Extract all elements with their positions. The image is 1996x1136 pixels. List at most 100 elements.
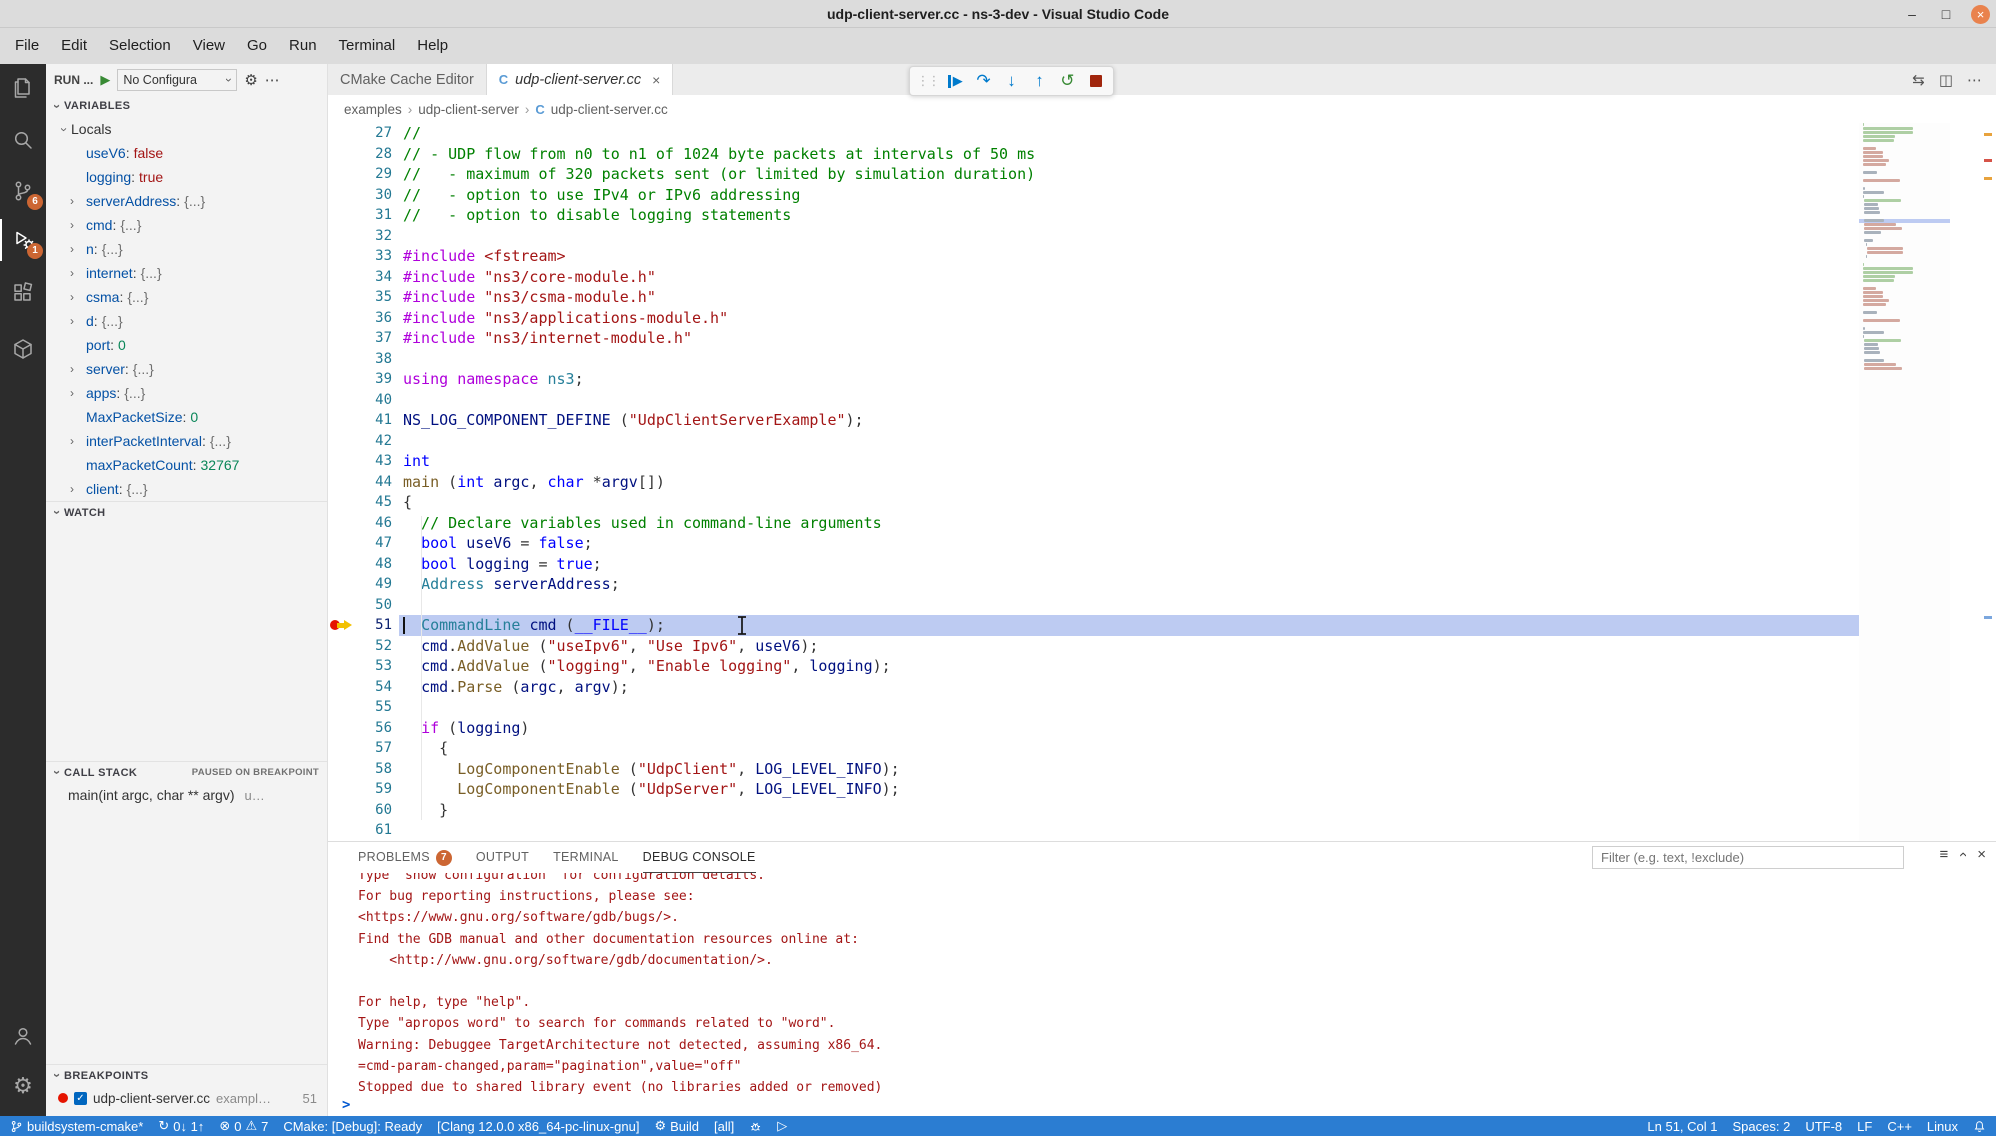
gutter-glyph-margin[interactable]	[328, 185, 354, 206]
gutter-glyph-margin[interactable]	[328, 123, 354, 144]
split-editor-icon[interactable]: ◫	[1939, 71, 1953, 89]
code-line-29[interactable]: 29// - maximum of 320 packets sent (or l…	[328, 164, 1859, 185]
gutter-glyph-margin[interactable]	[328, 205, 354, 226]
call-stack-section-header[interactable]: › CALL STACK PAUSED ON BREAKPOINT	[46, 761, 327, 783]
minimap[interactable]	[1859, 123, 1950, 841]
variable-maxPacketCount[interactable]: maxPacketCount:32767	[46, 453, 327, 477]
menu-item-go[interactable]: Go	[236, 28, 278, 64]
variable-internet[interactable]: ›internet:{...}	[46, 261, 327, 285]
status-problems[interactable]: ⊗0⚠7	[219, 1118, 268, 1134]
menu-item-edit[interactable]: Edit	[50, 28, 98, 64]
menu-item-file[interactable]: File	[4, 28, 50, 64]
manage-icon[interactable]: ⚙	[0, 1065, 46, 1107]
code-line-53[interactable]: 53 cmd.AddValue ("logging", "Enable logg…	[328, 656, 1859, 677]
status-cursor-position[interactable]: Ln 51, Col 1	[1647, 1119, 1717, 1134]
gear-icon[interactable]: ⚙	[244, 71, 257, 89]
code-line-54[interactable]: 54 cmd.Parse (argc, argv);	[328, 677, 1859, 698]
more-actions-icon[interactable]: ⋯	[1967, 71, 1982, 89]
extensions-icon[interactable]	[0, 272, 46, 314]
gutter-glyph-margin[interactable]	[328, 554, 354, 575]
breakpoint-item[interactable]: ✓ udp-client-server.cc exampl… 51	[46, 1086, 327, 1110]
source-control-icon[interactable]: 6	[0, 170, 46, 212]
step-into-icon[interactable]: ↓	[999, 69, 1024, 93]
code-editor[interactable]: 27//28// - UDP flow from n0 to n1 of 102…	[328, 123, 1859, 841]
run-and-debug-icon[interactable]: 1	[0, 219, 46, 261]
gutter-glyph-margin[interactable]	[328, 144, 354, 165]
open-changes-icon[interactable]: ⇆	[1912, 71, 1925, 89]
locals-group[interactable]: › Locals	[46, 117, 327, 141]
gutter-glyph-margin[interactable]	[328, 431, 354, 452]
menu-item-view[interactable]: View	[182, 28, 236, 64]
code-line-33[interactable]: 33#include <fstream>	[328, 246, 1859, 267]
variable-n[interactable]: ›n:{...}	[46, 237, 327, 261]
gutter-glyph-margin[interactable]	[328, 779, 354, 800]
code-line-50[interactable]: 50	[328, 595, 1859, 616]
status-cmake-build[interactable]: ⚙Build	[654, 1118, 699, 1134]
code-line-34[interactable]: 34#include "ns3/core-module.h"	[328, 267, 1859, 288]
breakpoints-section-header[interactable]: › BREAKPOINTS	[46, 1064, 327, 1086]
code-line-55[interactable]: 55	[328, 697, 1859, 718]
more-actions-icon[interactable]: ⋯	[265, 71, 281, 89]
console-filter-input[interactable]	[1592, 846, 1904, 869]
panel-tab-problems[interactable]: PROBLEMS7	[358, 843, 452, 872]
code-line-44[interactable]: 44main (int argc, char *argv[])	[328, 472, 1859, 493]
code-line-32[interactable]: 32	[328, 226, 1859, 247]
code-line-28[interactable]: 28// - UDP flow from n0 to n1 of 1024 by…	[328, 144, 1859, 165]
minimize-icon[interactable]: –	[1903, 6, 1921, 22]
variable-cmd[interactable]: ›cmd:{...}	[46, 213, 327, 237]
stack-frame-main[interactable]: main(int argc, char ** argv) u…	[46, 783, 327, 807]
gutter-glyph-margin[interactable]	[328, 595, 354, 616]
gutter-glyph-margin[interactable]	[328, 226, 354, 247]
status-notifications[interactable]	[1973, 1120, 1986, 1133]
gutter-glyph-margin[interactable]	[328, 328, 354, 349]
debug-config-dropdown[interactable]: No Configura ›	[117, 69, 237, 91]
panel-tab-output[interactable]: OUTPUT	[476, 843, 529, 872]
variables-section-header[interactable]: › VARIABLES	[46, 95, 327, 117]
breadcrumb-item-udp-client-server.cc[interactable]: udp-client-server.cc	[551, 102, 668, 117]
panel-tab-terminal[interactable]: TERMINAL	[553, 843, 619, 872]
start-debugging-icon[interactable]: ▶	[100, 72, 110, 88]
gutter-glyph-margin[interactable]	[328, 308, 354, 329]
code-line-60[interactable]: 60 }	[328, 800, 1859, 821]
menu-item-run[interactable]: Run	[278, 28, 328, 64]
code-line-56[interactable]: 56 if (logging)	[328, 718, 1859, 739]
close-tab-icon[interactable]: ×	[652, 72, 660, 88]
gutter-glyph-margin[interactable]	[328, 738, 354, 759]
status-cmake-launch[interactable]: ▷	[777, 1118, 787, 1134]
menu-item-selection[interactable]: Selection	[98, 28, 182, 64]
variable-client[interactable]: ›client:{...}	[46, 477, 327, 501]
status-cmake-status[interactable]: CMake: [Debug]: Ready	[283, 1119, 422, 1134]
close-icon[interactable]: ×	[1971, 5, 1990, 24]
gutter-glyph-margin[interactable]	[328, 287, 354, 308]
variable-useV6[interactable]: useV6:false	[46, 141, 327, 165]
variable-serverAddress[interactable]: ›serverAddress:{...}	[46, 189, 327, 213]
variable-logging[interactable]: logging:true	[46, 165, 327, 189]
status-cmake-debug[interactable]	[749, 1120, 762, 1133]
variable-interPacketInterval[interactable]: ›interPacketInterval:{...}	[46, 429, 327, 453]
code-line-38[interactable]: 38	[328, 349, 1859, 370]
gutter-glyph-margin[interactable]	[328, 656, 354, 677]
gutter-glyph-margin[interactable]	[328, 615, 354, 636]
status-git-sync[interactable]: ↻0↓ 1↑	[158, 1118, 204, 1134]
gutter-glyph-margin[interactable]	[328, 369, 354, 390]
code-line-36[interactable]: 36#include "ns3/applications-module.h"	[328, 308, 1859, 329]
breakpoint-checkbox[interactable]: ✓	[74, 1092, 87, 1105]
gutter-glyph-margin[interactable]	[328, 410, 354, 431]
code-line-48[interactable]: 48 bool logging = true;	[328, 554, 1859, 575]
code-line-35[interactable]: 35#include "ns3/csma-module.h"	[328, 287, 1859, 308]
cmake-icon[interactable]	[0, 328, 46, 370]
code-line-47[interactable]: 47 bool useV6 = false;	[328, 533, 1859, 554]
gutter-glyph-margin[interactable]	[328, 533, 354, 554]
code-line-27[interactable]: 27//	[328, 123, 1859, 144]
gutter-glyph-margin[interactable]	[328, 513, 354, 534]
code-line-45[interactable]: 45{	[328, 492, 1859, 513]
maximize-panel-icon[interactable]: ›	[1954, 852, 1971, 857]
code-line-46[interactable]: 46 // Declare variables used in command-…	[328, 513, 1859, 534]
code-line-37[interactable]: 37#include "ns3/internet-module.h"	[328, 328, 1859, 349]
code-line-51[interactable]: 51 CommandLine cmd (__FILE__);	[328, 615, 1859, 636]
close-panel-icon[interactable]: ×	[1977, 846, 1986, 863]
panel-tab-debug-console[interactable]: DEBUG CONSOLE	[643, 843, 756, 873]
gutter-glyph-margin[interactable]	[328, 267, 354, 288]
gutter-glyph-margin[interactable]	[328, 472, 354, 493]
gutter-glyph-margin[interactable]	[328, 697, 354, 718]
